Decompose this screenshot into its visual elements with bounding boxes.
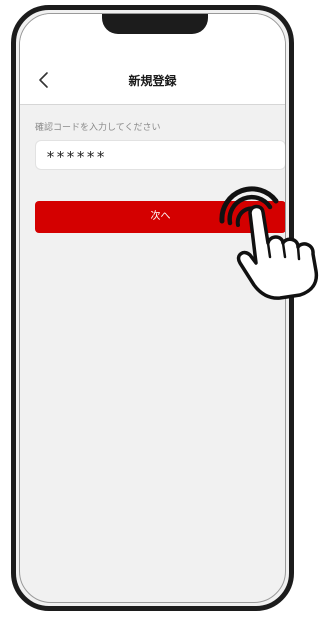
phone-frame: 新規登録 確認コードを入力してください ****** 次へ: [11, 5, 294, 611]
page-title: 新規登録: [128, 74, 177, 88]
code-instruction-label: 確認コードを入力してください: [35, 123, 161, 133]
phone-screen: 新規登録 確認コードを入力してください ****** 次へ: [19, 13, 286, 603]
screen: 新規登録 確認コードを入力してください ****** 次へ: [0, 0, 328, 617]
phone-notch: [102, 14, 208, 34]
verification-code-input[interactable]: ******: [35, 140, 285, 170]
tap-gesture-hand-icon: [219, 186, 319, 300]
